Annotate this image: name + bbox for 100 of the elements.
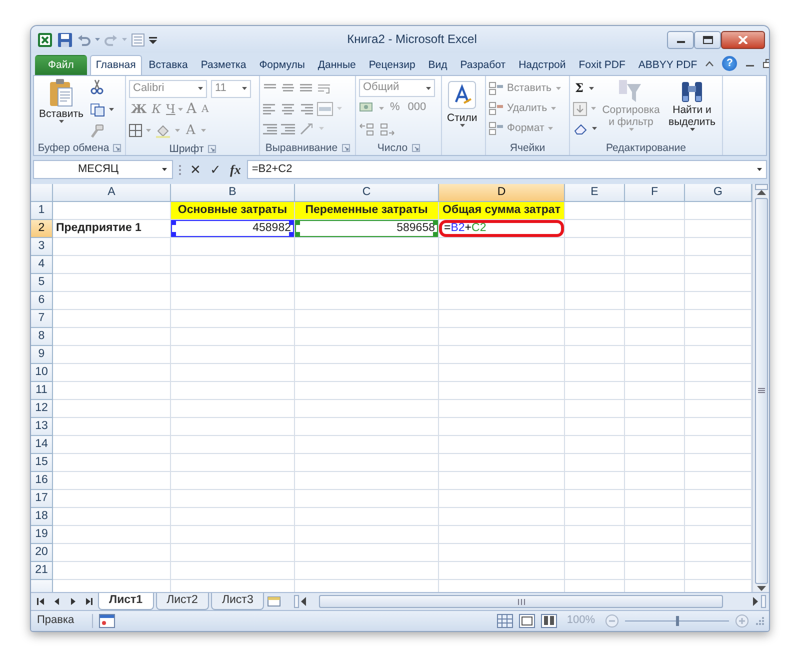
row-header[interactable]: 8 [31, 328, 53, 346]
ribbon-tab[interactable]: Рецензир [362, 55, 422, 75]
ribbon-tab[interactable]: Вид [422, 55, 454, 75]
caret-icon[interactable] [162, 168, 167, 171]
scroll-up-icon[interactable] [756, 190, 766, 196]
ribbon-tab[interactable]: Разметка [194, 55, 252, 75]
ribbon-tab[interactable]: Надстрой [512, 55, 572, 75]
ribbon-tab[interactable]: ABBYY PDF [632, 55, 704, 75]
previous-sheet-icon[interactable] [53, 597, 61, 606]
maximize-button[interactable] [694, 30, 721, 48]
decimal-increase-icon[interactable] [359, 122, 375, 136]
ribbon-tab[interactable]: Формулы [253, 55, 311, 75]
row-header[interactable]: 4 [31, 256, 53, 274]
row-header[interactable]: 1 [31, 202, 53, 220]
autosum-button[interactable]: Σ [573, 81, 586, 96]
formula-field[interactable]: =B2+C2 [246, 160, 767, 179]
resize-handle[interactable] [433, 232, 438, 237]
align-left-icon[interactable] [263, 102, 277, 116]
column-header[interactable]: C [295, 184, 439, 202]
row-header[interactable]: 15 [31, 454, 53, 472]
row-header[interactable]: 12 [31, 400, 53, 418]
ribbon-tab[interactable]: Данные [312, 55, 362, 75]
collapse-ribbon-icon[interactable] [705, 60, 714, 66]
ribbon-tab[interactable]: Главная [90, 55, 142, 75]
column-header[interactable]: F [625, 184, 685, 202]
text-orientation-icon[interactable] [299, 122, 315, 136]
sheet-tab[interactable]: Лист3 [210, 592, 264, 610]
caret-icon[interactable] [460, 124, 465, 128]
normal-view-icon[interactable] [496, 614, 513, 628]
insert-function-button[interactable]: fx [227, 162, 244, 178]
page-layout-icon[interactable] [518, 614, 535, 628]
ribbon-tab[interactable]: Разработ [454, 55, 512, 75]
resize-handle[interactable] [171, 220, 176, 225]
enter-button[interactable]: ✓ [207, 162, 224, 178]
column-header[interactable]: E [565, 184, 625, 202]
first-sheet-icon[interactable] [37, 597, 45, 606]
row-header[interactable]: 13 [31, 418, 53, 436]
caret-icon[interactable] [58, 120, 64, 124]
paste-button[interactable]: Вставить [37, 78, 86, 141]
decimal-decrease-icon[interactable] [379, 122, 395, 136]
caret-icon[interactable] [589, 87, 594, 90]
row-header[interactable]: 18 [31, 508, 53, 526]
dialog-launcher-icon[interactable] [113, 144, 122, 152]
ribbon-tab[interactable]: Файл [35, 55, 87, 75]
name-box[interactable]: МЕСЯЦ [33, 160, 173, 179]
row-header[interactable]: 3 [31, 238, 53, 256]
row-header[interactable]: 11 [31, 382, 53, 400]
row-header[interactable]: 20 [31, 544, 53, 562]
align-center-icon[interactable] [281, 102, 295, 116]
row-header[interactable]: 14 [31, 436, 53, 454]
zoom-out-icon[interactable] [605, 614, 619, 628]
row-header[interactable]: 10 [31, 364, 53, 382]
scroll-left-icon[interactable] [301, 597, 308, 606]
row-header[interactable]: 21 [31, 562, 53, 580]
find-select-button[interactable]: Найти и выделить [665, 78, 719, 141]
zoom-in-icon[interactable] [735, 614, 749, 628]
table-cell[interactable]: =B2+C2 [439, 220, 565, 238]
caret-icon[interactable] [690, 128, 694, 132]
caret-icon[interactable] [757, 168, 762, 171]
column-header[interactable]: D [439, 184, 565, 202]
save-icon[interactable] [57, 32, 73, 48]
ribbon-tab[interactable]: Вставка [142, 55, 194, 75]
zoom-slider-thumb[interactable] [676, 616, 679, 626]
increase-indent-icon[interactable] [281, 122, 295, 136]
record-macro-icon[interactable] [99, 614, 116, 628]
row-header[interactable]: 19 [31, 526, 53, 544]
sheet-tab[interactable]: Лист2 [156, 592, 209, 610]
next-sheet-icon[interactable] [69, 597, 77, 606]
scroll-right-icon[interactable] [753, 597, 759, 606]
format-painter-icon[interactable] [90, 124, 104, 138]
scrollbar-thumb[interactable] [754, 198, 768, 584]
row-header[interactable]: 17 [31, 490, 53, 508]
borders-icon[interactable] [129, 124, 142, 137]
fill-down-icon[interactable] [573, 102, 587, 116]
page-break-icon[interactable] [540, 614, 557, 628]
row-header[interactable]: 9 [31, 346, 53, 364]
fill-color-icon[interactable] [155, 124, 171, 138]
undo-icon[interactable] [77, 32, 91, 46]
row-header[interactable]: 6 [31, 292, 53, 310]
merge-cells-icon[interactable] [317, 102, 333, 116]
column-header[interactable]: B [171, 184, 295, 202]
customize-toolbar-icon[interactable] [149, 34, 157, 44]
row-header[interactable]: 7 [31, 310, 53, 328]
select-all-corner[interactable] [31, 184, 53, 202]
last-sheet-icon[interactable] [85, 597, 93, 606]
styles-button[interactable]: Стили [445, 78, 480, 141]
resize-handle[interactable] [433, 220, 438, 225]
excel-logo-icon[interactable] [37, 32, 53, 48]
row-header[interactable]: 2 [31, 220, 53, 238]
caret-icon[interactable] [592, 127, 597, 130]
eraser-icon[interactable] [573, 122, 588, 134]
close-button[interactable] [721, 30, 765, 48]
row-header[interactable]: 5 [31, 274, 53, 292]
cancel-button[interactable]: ✕ [187, 162, 204, 178]
column-header[interactable]: G [685, 184, 752, 202]
caret-icon[interactable] [242, 87, 247, 90]
row-header[interactable]: 16 [31, 472, 53, 490]
decrease-indent-icon[interactable] [263, 122, 277, 136]
wrap-text-icon[interactable] [317, 82, 331, 96]
sheet-tab[interactable]: Лист1 [98, 592, 154, 610]
